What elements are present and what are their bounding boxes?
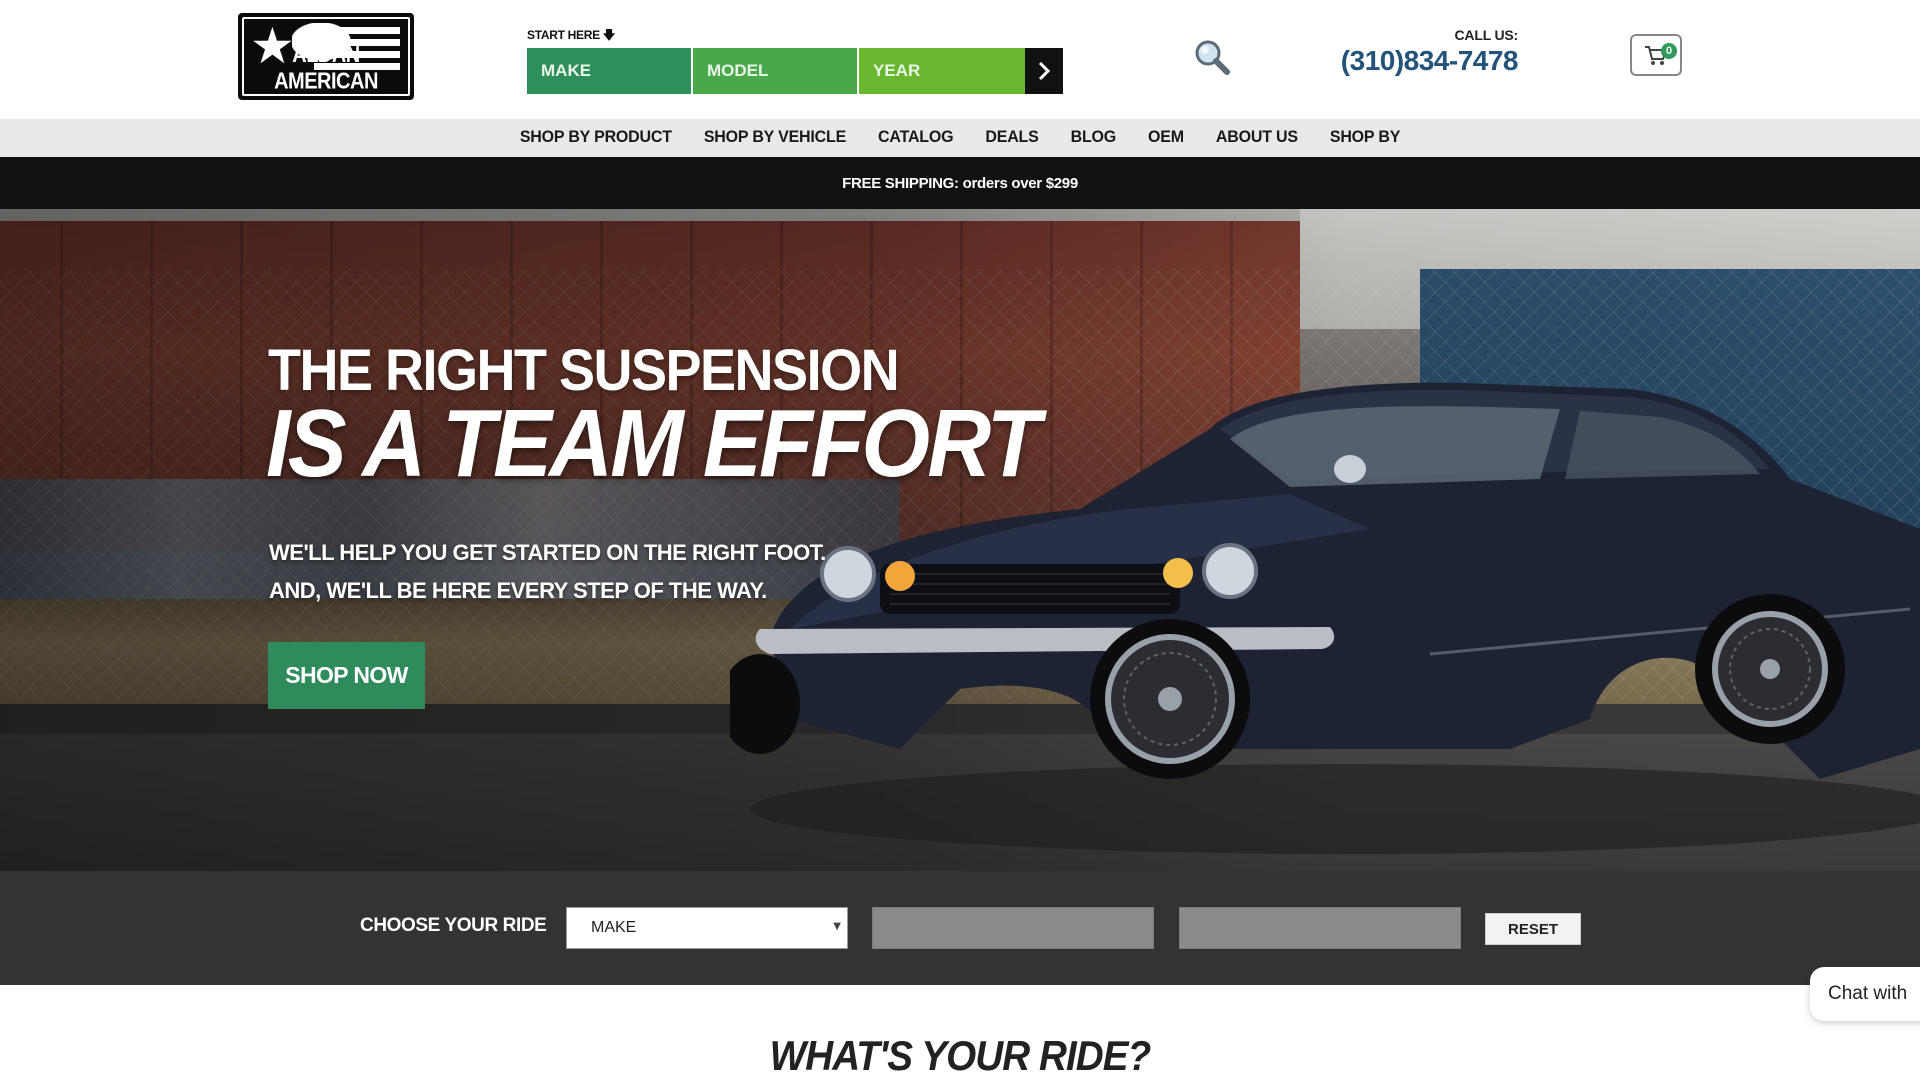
caret-down-icon: ▼ [833, 921, 841, 932]
hero-title-line2: IS A TEAM EFFORT [266, 390, 1041, 497]
ride-year-select[interactable] [1179, 907, 1461, 949]
aldan-american-logo[interactable]: ★ ALDAN AMERICAN [238, 13, 414, 100]
logo-frame: ★ ALDAN AMERICAN [242, 17, 410, 96]
search-button[interactable] [1192, 38, 1232, 78]
search-icon [1195, 40, 1230, 75]
ride-make-value: MAKE [591, 919, 637, 936]
free-shipping-banner: FREE SHIPPING: orders over $299 [0, 157, 1920, 209]
hero-subtitle-line1: WE'LL HELP YOU GET STARTED ON THE RIGHT … [269, 540, 826, 565]
chevron-right-icon [1038, 61, 1051, 81]
year-dropdown[interactable]: YEAR [859, 48, 1025, 94]
vehicle-go-button[interactable] [1025, 48, 1063, 94]
make-dropdown[interactable]: MAKE [527, 48, 693, 94]
cart-count-badge: 0 [1661, 43, 1677, 59]
hero-banner: THE RIGHT SUSPENSION IS A TEAM EFFORT WE… [0, 209, 1920, 871]
nav-catalog[interactable]: CATALOG [862, 129, 969, 148]
call-us-label: CALL US: [1454, 27, 1519, 43]
hero-subtitle: WE'LL HELP YOU GET STARTED ON THE RIGHT … [269, 534, 826, 610]
nav-shop-by[interactable]: SHOP BY [1314, 129, 1416, 148]
choose-your-ride-bar: CHOOSE YOUR RIDE MAKE ▼ RESET [0, 871, 1920, 985]
call-us-block: CALL US: (310)834-7478 [1340, 27, 1519, 77]
chat-widget-button[interactable]: Chat with [1810, 967, 1920, 1021]
shop-now-button[interactable]: SHOP NOW [268, 642, 425, 709]
ride-make-select[interactable]: MAKE ▼ [566, 907, 848, 949]
main-nav: SHOP BY PRODUCT SHOP BY VEHICLE CATALOG … [0, 119, 1920, 157]
cart-button[interactable]: 0 [1630, 34, 1682, 76]
model-dropdown[interactable]: MODEL [693, 48, 859, 94]
phone-number-link[interactable]: (310)834-7478 [1340, 45, 1519, 77]
start-here-text: START HERE [527, 28, 600, 42]
ride-model-select[interactable] [872, 907, 1154, 949]
vehicle-selector: MAKE MODEL YEAR [527, 48, 1063, 94]
site-header: ★ ALDAN AMERICAN START HERE 🡇 MAKE MODEL… [0, 0, 1920, 119]
nav-oem[interactable]: OEM [1132, 129, 1200, 148]
nav-shop-by-vehicle[interactable]: SHOP BY VEHICLE [688, 129, 862, 148]
nav-deals[interactable]: DEALS [969, 129, 1054, 148]
nav-blog[interactable]: BLOG [1055, 129, 1132, 148]
ride-reset-button[interactable]: RESET [1485, 913, 1581, 945]
whats-your-ride-heading: WHAT'S YOUR RIDE? [769, 1032, 1152, 1079]
nav-about-us[interactable]: ABOUT US [1200, 129, 1314, 148]
choose-your-ride-label: CHOOSE YOUR RIDE [360, 915, 547, 936]
logo-text: ALDAN AMERICAN [274, 42, 378, 95]
nav-shop-by-product[interactable]: SHOP BY PRODUCT [504, 129, 688, 148]
hero-subtitle-line2: AND, WE'LL BE HERE EVERY STEP OF THE WAY… [269, 578, 767, 603]
start-here-label: START HERE 🡇 [527, 26, 615, 47]
arrow-down-icon: 🡇 [602, 28, 615, 42]
